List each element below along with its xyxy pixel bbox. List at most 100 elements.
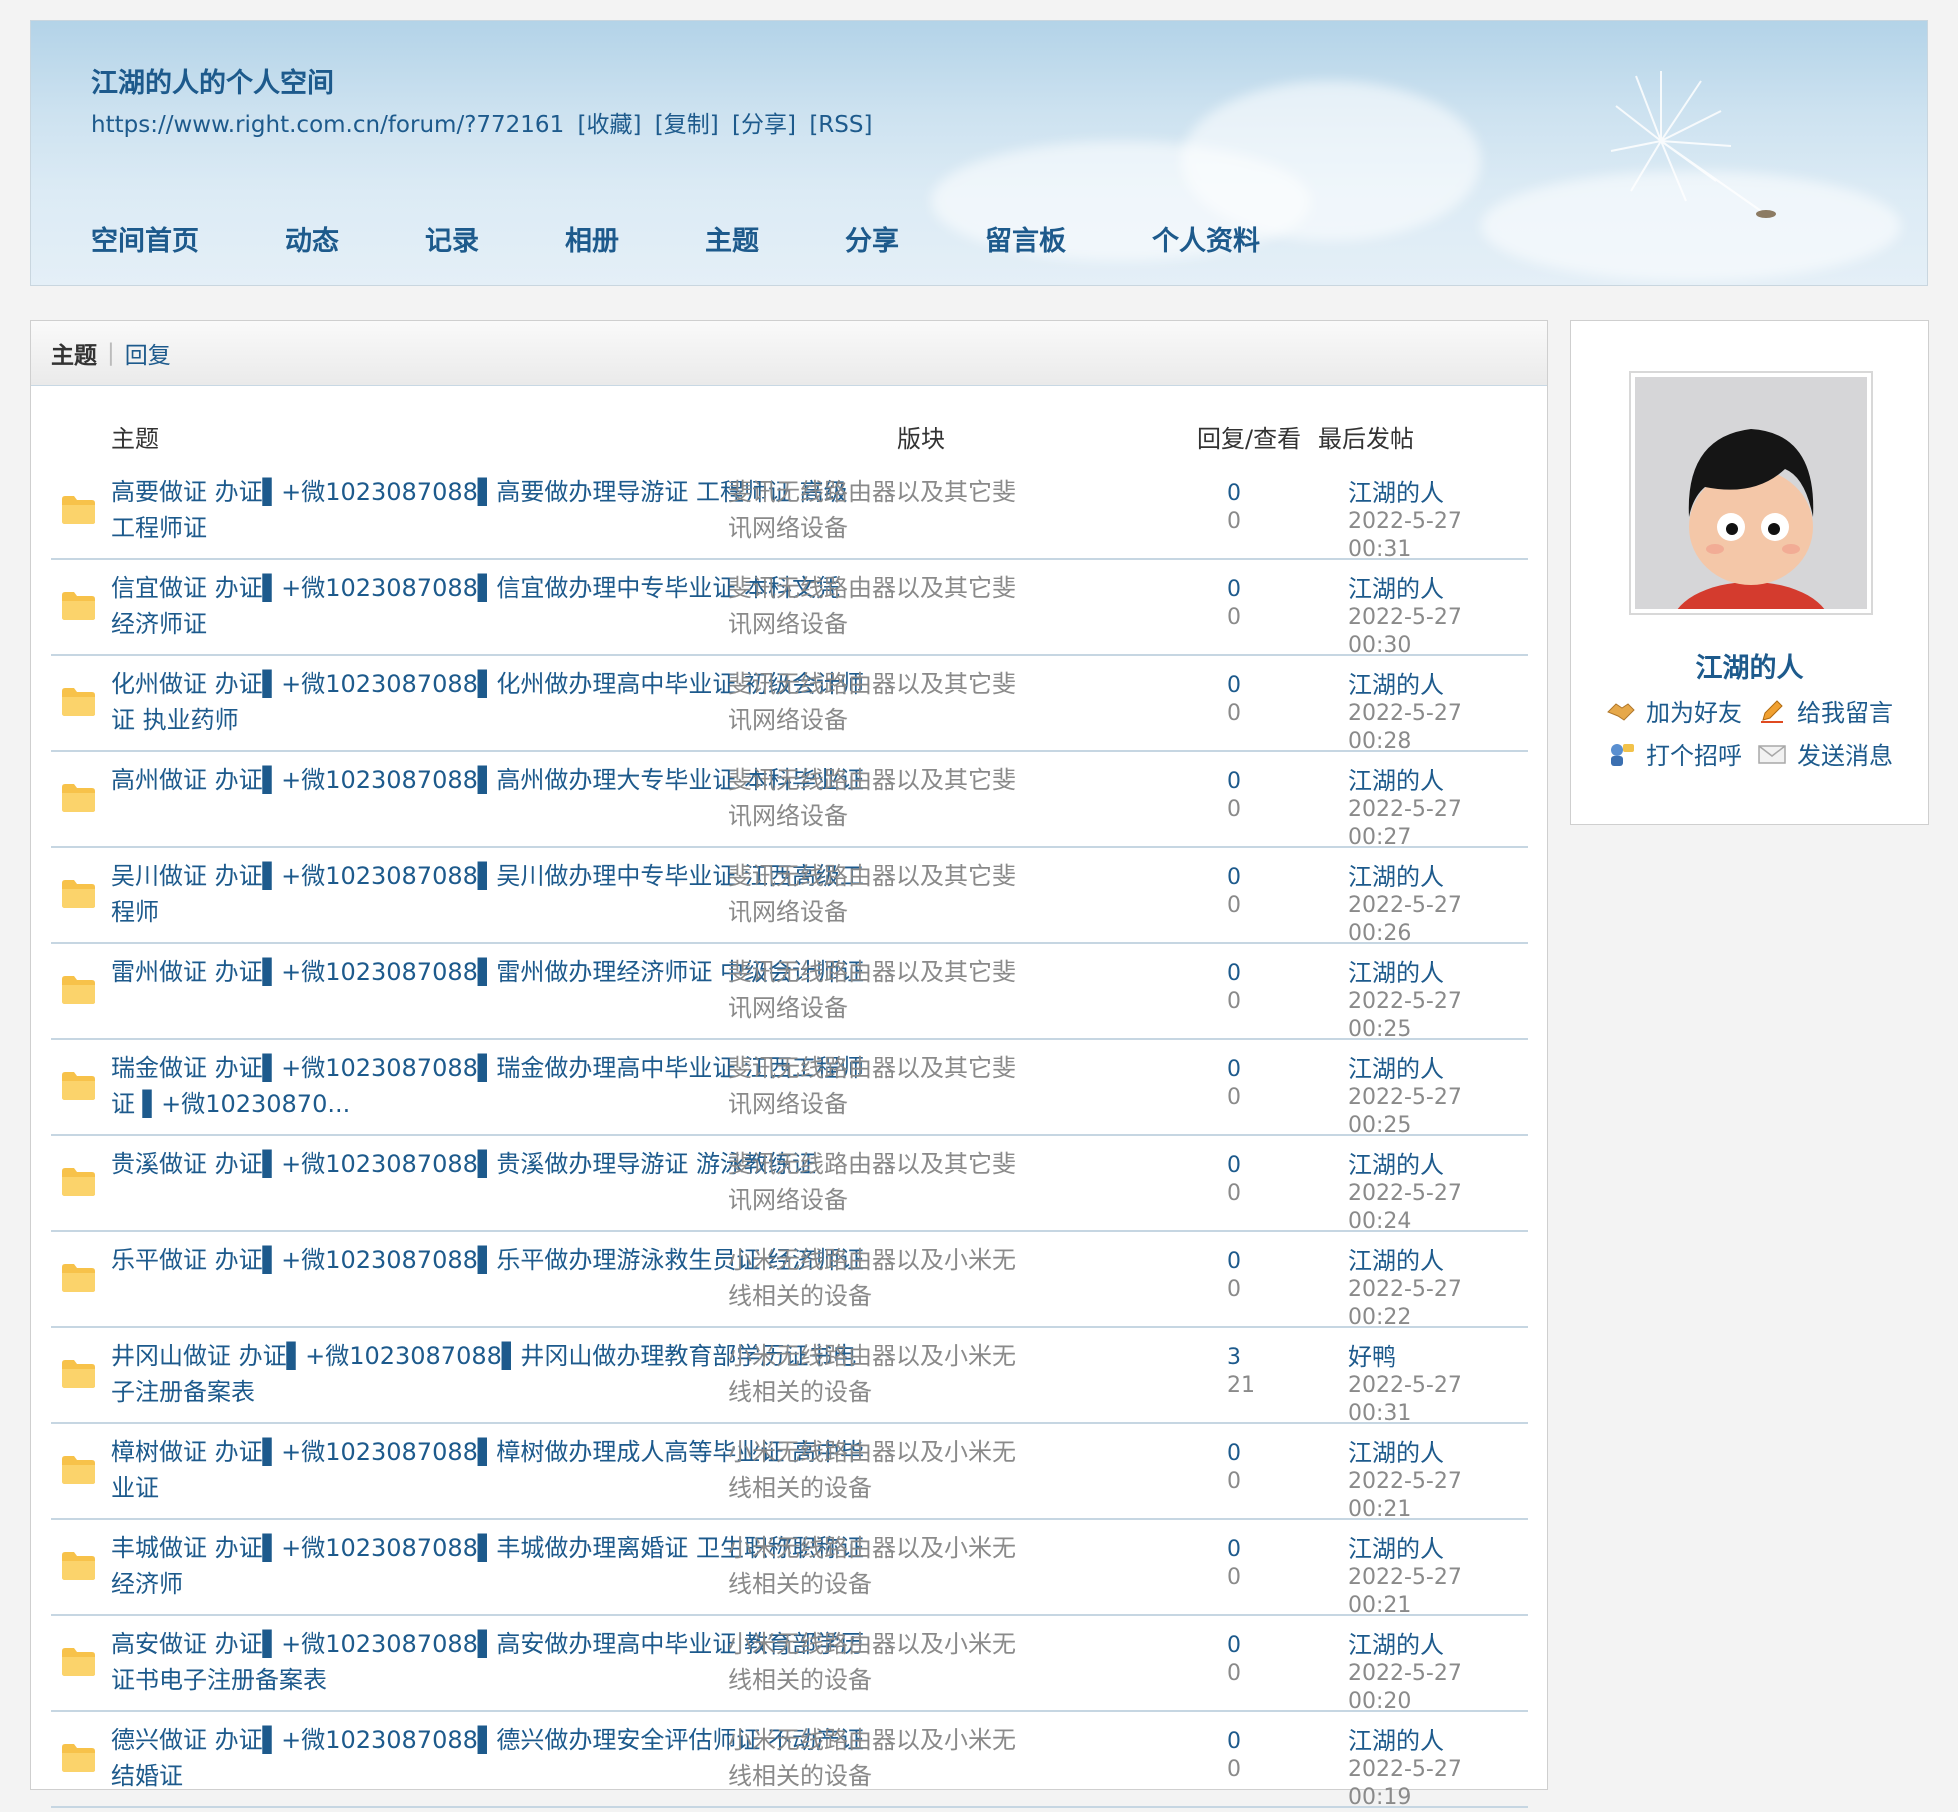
tab-threads[interactable]: 主题 — [51, 336, 97, 370]
thread-row: 信宜做证 办证▌+微1023087088▌信宜做办理中专毕业证 本科文凭 经济师… — [51, 560, 1528, 658]
leave-message-button[interactable]: 给我留言 — [1757, 693, 1893, 728]
rss-link[interactable]: [RSS] — [809, 112, 872, 138]
thread-forum-link[interactable]: 小米无线路由器以及小米无线相关的设备 — [728, 1722, 1023, 1794]
thread-reply-count[interactable]: 0 — [1227, 1440, 1241, 1468]
send-message-button[interactable]: 发送消息 — [1757, 736, 1893, 771]
thread-reply-count[interactable]: 0 — [1227, 576, 1241, 604]
folder-icon — [62, 688, 95, 716]
envelope-icon — [1757, 741, 1787, 767]
thread-forum-link[interactable]: 小米无线路由器以及小米无线相关的设备 — [728, 1338, 1023, 1410]
thread-last-poster[interactable]: 江湖的人 — [1348, 1150, 1444, 1180]
nav-share[interactable]: 分享 — [845, 219, 899, 258]
column-forum: 版块 — [897, 425, 945, 453]
thread-forum-link[interactable]: 斐讯无线路由器以及其它斐讯网络设备 — [728, 666, 1023, 738]
folder-icon — [62, 1072, 95, 1100]
thread-reply-count[interactable]: 0 — [1227, 1152, 1241, 1180]
pencil-icon — [1757, 698, 1787, 724]
thread-last-poster[interactable]: 江湖的人 — [1348, 766, 1444, 796]
nav-profile[interactable]: 个人资料 — [1152, 219, 1260, 258]
thread-forum-link[interactable]: 斐讯无线路由器以及其它斐讯网络设备 — [728, 954, 1023, 1026]
thread-row: 雷州做证 办证▌+微1023087088▌雷州做办理经济师证 中级会计师证 斐讯无… — [51, 944, 1528, 1042]
thread-last-time: 2022-5-27 00:22 — [1348, 1277, 1462, 1330]
thread-last-poster[interactable]: 江湖的人 — [1348, 1726, 1444, 1756]
thread-last-poster[interactable]: 江湖的人 — [1348, 958, 1444, 988]
column-last-post: 最后发帖 — [1318, 425, 1414, 453]
nav-home[interactable]: 空间首页 — [91, 219, 199, 258]
folder-icon — [62, 976, 95, 1004]
thread-forum-link[interactable]: 斐讯无线路由器以及其它斐讯网络设备 — [728, 1050, 1023, 1122]
nav-guestbook[interactable]: 留言板 — [985, 219, 1066, 258]
share-link[interactable]: [分享] — [732, 112, 796, 138]
favorite-link[interactable]: [收藏] — [578, 112, 642, 138]
thread-forum-link[interactable]: 斐讯无线路由器以及其它斐讯网络设备 — [728, 762, 1023, 834]
thread-last-time: 2022-5-27 00:20 — [1348, 1661, 1462, 1714]
thread-forum-link[interactable]: 小米无线路由器以及小米无线相关的设备 — [728, 1242, 1023, 1314]
space-url-link[interactable]: https://www.right.com.cn/forum/?772161 — [91, 112, 564, 138]
say-hello-label: 打个招呼 — [1646, 742, 1742, 770]
thread-view-count: 0 — [1227, 989, 1241, 1014]
space-title[interactable]: 江湖的人的个人空间 — [91, 61, 334, 100]
copy-link[interactable]: [复制] — [655, 112, 719, 138]
thread-last-poster[interactable]: 江湖的人 — [1348, 862, 1444, 892]
thread-forum-link[interactable]: 斐讯无线路由器以及其它斐讯网络设备 — [728, 858, 1023, 930]
thread-reply-count[interactable]: 0 — [1227, 672, 1241, 700]
thread-forum-link[interactable]: 小米无线路由器以及小米无线相关的设备 — [728, 1434, 1023, 1506]
thread-last-poster[interactable]: 江湖的人 — [1348, 1630, 1444, 1660]
folder-icon — [62, 1552, 95, 1580]
space-url-line: https://www.right.com.cn/forum/?772161 [… — [91, 105, 878, 139]
thread-reply-count[interactable]: 0 — [1227, 1056, 1241, 1084]
thread-view-count: 0 — [1227, 797, 1241, 822]
space-nav: 空间首页 动态 记录 相册 主题 分享 留言板 个人资料 — [91, 219, 1346, 258]
thread-last-poster[interactable]: 江湖的人 — [1348, 1054, 1444, 1084]
thread-reply-count[interactable]: 0 — [1227, 1728, 1241, 1756]
thread-row: 高安做证 办证▌+微1023087088▌高安做办理高中毕业证 教育部学历证书电… — [51, 1616, 1528, 1714]
thread-reply-count[interactable]: 3 — [1227, 1344, 1241, 1372]
thread-list: 高要做证 办证▌+微1023087088▌高要做办理导游证 工程师证 高级工程师… — [51, 464, 1528, 1810]
thread-last-time: 2022-5-27 00:19 — [1348, 1757, 1462, 1810]
add-friend-label: 加为好友 — [1646, 699, 1742, 727]
tab-bar: 主题 | 回复 — [31, 321, 1547, 386]
thread-reply-count[interactable]: 0 — [1227, 960, 1241, 988]
thread-forum-link[interactable]: 斐讯无线路由器以及其它斐讯网络设备 — [728, 474, 1023, 546]
thread-row: 吴川做证 办证▌+微1023087088▌吴川做办理中专毕业证 江西高级工程师斐… — [51, 848, 1528, 946]
thread-forum-link[interactable]: 斐讯无线路由器以及其它斐讯网络设备 — [728, 570, 1023, 642]
nav-records[interactable]: 记录 — [425, 219, 479, 258]
leave-message-label: 给我留言 — [1797, 699, 1893, 727]
thread-row: 樟树做证 办证▌+微1023087088▌樟树做办理成人高等毕业证 高中毕业证小… — [51, 1424, 1528, 1522]
greet-icon — [1606, 741, 1636, 767]
tab-replies[interactable]: 回复 — [125, 336, 171, 370]
say-hello-button[interactable]: 打个招呼 — [1606, 736, 1742, 771]
profile-username[interactable]: 江湖的人 — [1571, 646, 1928, 685]
thread-reply-count[interactable]: 0 — [1227, 1632, 1241, 1660]
folder-icon — [62, 1456, 95, 1484]
thread-reply-count[interactable]: 0 — [1227, 1248, 1241, 1276]
thread-view-count: 0 — [1227, 701, 1241, 726]
thread-last-poster[interactable]: 江湖的人 — [1348, 670, 1444, 700]
thread-last-poster[interactable]: 江湖的人 — [1348, 478, 1444, 508]
thread-last-poster[interactable]: 江湖的人 — [1348, 1438, 1444, 1468]
thread-reply-count[interactable]: 0 — [1227, 768, 1241, 796]
add-friend-button[interactable]: 加为好友 — [1606, 693, 1742, 728]
thread-last-poster[interactable]: 好鸭 — [1348, 1342, 1396, 1372]
thread-reply-count[interactable]: 0 — [1227, 1536, 1241, 1564]
nav-album[interactable]: 相册 — [565, 219, 619, 258]
cloud-decoration — [1181, 81, 1481, 241]
thread-last-poster[interactable]: 江湖的人 — [1348, 1534, 1444, 1564]
avatar[interactable] — [1629, 371, 1873, 615]
thread-last-poster[interactable]: 江湖的人 — [1348, 1246, 1444, 1276]
thread-row: 贵溪做证 办证▌+微1023087088▌贵溪做办理导游证 游泳教练证 斐讯无线路… — [51, 1136, 1528, 1234]
column-stats: 回复/查看 — [1197, 425, 1302, 453]
thread-reply-count[interactable]: 0 — [1227, 864, 1241, 892]
thread-forum-link[interactable]: 小米无线路由器以及小米无线相关的设备 — [728, 1530, 1023, 1602]
dandelion-decoration — [1610, 71, 1776, 218]
nav-threads[interactable]: 主题 — [705, 219, 759, 258]
thread-last-time: 2022-5-27 00:30 — [1348, 605, 1462, 658]
send-message-label: 发送消息 — [1797, 742, 1893, 770]
thread-reply-count[interactable]: 0 — [1227, 480, 1241, 508]
thread-last-poster[interactable]: 江湖的人 — [1348, 574, 1444, 604]
folder-icon — [62, 784, 95, 812]
thread-last-time: 2022-5-27 00:31 — [1348, 1373, 1462, 1426]
thread-forum-link[interactable]: 小米无线路由器以及小米无线相关的设备 — [728, 1626, 1023, 1698]
thread-forum-link[interactable]: 斐讯无线路由器以及其它斐讯网络设备 — [728, 1146, 1023, 1218]
nav-feed[interactable]: 动态 — [285, 219, 339, 258]
